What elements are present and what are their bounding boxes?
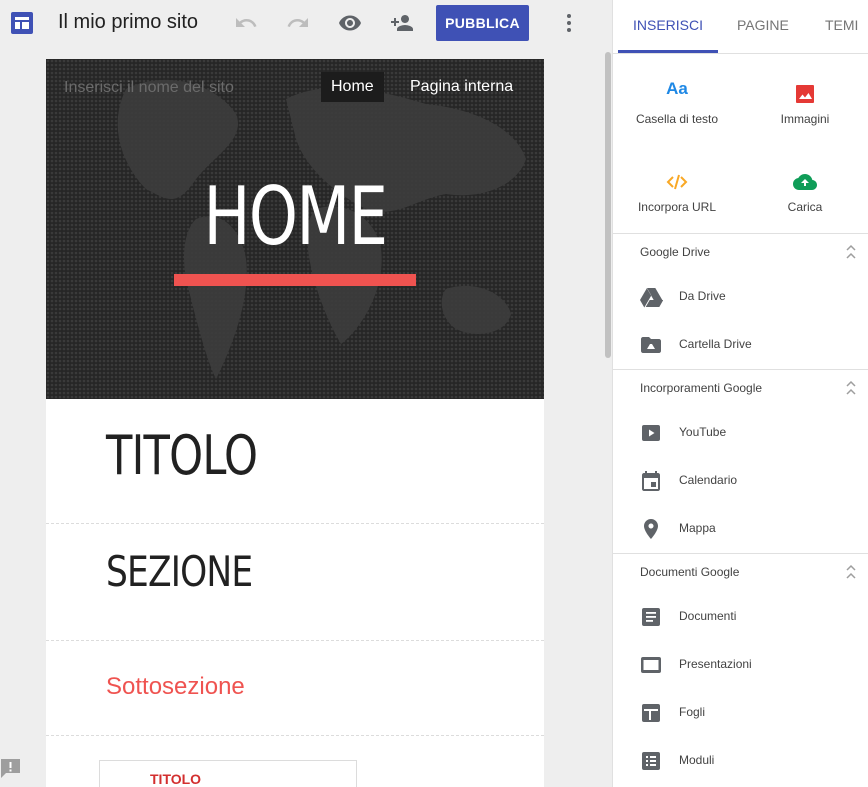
title-text[interactable]: TITOLO <box>106 424 258 487</box>
item-slides[interactable]: Presentazioni <box>613 641 868 689</box>
image-icon <box>796 85 814 103</box>
item-drive-folder[interactable]: Cartella Drive <box>613 321 868 369</box>
item-label: Moduli <box>679 753 715 767</box>
drive-folder-icon <box>641 337 661 353</box>
page-canvas: Inserisci il nome del sito Home Pagina i… <box>46 59 544 787</box>
youtube-play-icon <box>642 425 660 441</box>
sheets-icon <box>642 704 660 722</box>
item-label: Cartella Drive <box>679 337 752 351</box>
section-block[interactable]: SEZIONE <box>46 524 544 641</box>
item-calendar[interactable]: Calendario <box>613 457 868 505</box>
tool-label: Incorpora URL <box>637 200 717 214</box>
section-title: Google Drive <box>640 245 711 259</box>
undo-icon[interactable] <box>234 11 258 35</box>
tab-insert[interactable]: INSERISCI <box>633 17 703 33</box>
canvas-scrollbar[interactable] <box>605 52 611 358</box>
nav-link-home[interactable]: Home <box>321 72 384 102</box>
slides-icon <box>641 657 661 673</box>
panel-tabs: INSERISCI PAGINE TEMI <box>613 0 868 54</box>
collapse-chevron-icon[interactable] <box>844 380 858 396</box>
site-title[interactable]: Il mio primo sito <box>58 11 198 34</box>
tool-embed-url[interactable]: Incorpora URL <box>613 148 741 236</box>
subsection-block[interactable]: Sottosezione <box>46 641 544 736</box>
google-drive-icon <box>640 288 663 308</box>
site-name-placeholder[interactable]: Inserisci il nome del sito <box>64 79 234 97</box>
section-google-drive[interactable]: Google Drive <box>613 233 868 270</box>
tab-themes[interactable]: TEMI <box>825 17 858 33</box>
section-google-docs[interactable]: Documenti Google <box>613 553 868 590</box>
collapse-chevron-icon[interactable] <box>844 244 858 260</box>
section-title: Incorporamenti Google <box>640 381 763 395</box>
section-text[interactable]: SEZIONE <box>106 547 253 596</box>
forms-icon <box>642 752 660 770</box>
add-person-icon[interactable] <box>390 11 414 35</box>
publish-button[interactable]: PUBBLICA <box>436 5 529 41</box>
hero-header[interactable]: Inserisci il nome del sito Home Pagina i… <box>46 59 544 399</box>
subsection-text[interactable]: Sottosezione <box>106 673 245 701</box>
map-pin-icon <box>644 519 658 539</box>
content-card[interactable]: TITOLO <box>99 760 357 787</box>
tool-label: Casella di testo <box>635 112 719 126</box>
redo-icon[interactable] <box>286 11 310 35</box>
item-label: Documenti <box>679 609 737 623</box>
feedback-icon[interactable] <box>0 758 21 779</box>
calendar-icon <box>642 471 660 491</box>
item-from-drive[interactable]: Da Drive <box>613 273 868 321</box>
sites-logo-icon[interactable] <box>10 11 34 35</box>
item-label: Calendario <box>679 473 738 487</box>
tool-images[interactable]: Immagini <box>741 60 868 148</box>
tab-pages[interactable]: PAGINE <box>737 17 789 33</box>
docs-icon <box>642 608 660 626</box>
top-toolbar: Il mio primo sito PUBBLICA <box>0 0 612 47</box>
item-label: Fogli <box>679 705 706 719</box>
section-title: Documenti Google <box>640 565 740 579</box>
insert-panel: INSERISCI PAGINE TEMI Aa Casella di test… <box>612 0 868 787</box>
preview-eye-icon[interactable] <box>338 11 362 35</box>
item-label: Da Drive <box>679 289 726 303</box>
cloud-upload-icon <box>793 174 817 190</box>
active-tab-indicator <box>618 50 718 53</box>
item-youtube[interactable]: YouTube <box>613 409 868 457</box>
item-label: Presentazioni <box>679 657 752 671</box>
tool-label: Immagini <box>780 112 830 126</box>
more-vert-icon[interactable] <box>557 11 581 35</box>
title-block[interactable]: TITOLO <box>46 399 544 524</box>
tool-label: Carica <box>787 200 823 214</box>
hero-title[interactable]: HOME <box>101 167 489 267</box>
text-box-icon: Aa <box>666 79 688 98</box>
tool-upload[interactable]: Carica <box>741 148 868 236</box>
embed-code-icon <box>666 174 688 190</box>
nav-link-internal-page[interactable]: Pagina interna <box>410 72 513 102</box>
item-label: Mappa <box>679 521 716 535</box>
item-label: YouTube <box>679 425 727 439</box>
card-title[interactable]: TITOLO <box>150 771 201 787</box>
item-sheets[interactable]: Fogli <box>613 689 868 737</box>
item-docs[interactable]: Documenti <box>613 593 868 641</box>
collapse-chevron-icon[interactable] <box>844 564 858 580</box>
hero-title-underline <box>174 274 416 286</box>
tool-text-box[interactable]: Aa Casella di testo <box>613 60 741 148</box>
item-forms[interactable]: Moduli <box>613 737 868 785</box>
section-google-embeds[interactable]: Incorporamenti Google <box>613 369 868 406</box>
item-map[interactable]: Mappa <box>613 505 868 553</box>
